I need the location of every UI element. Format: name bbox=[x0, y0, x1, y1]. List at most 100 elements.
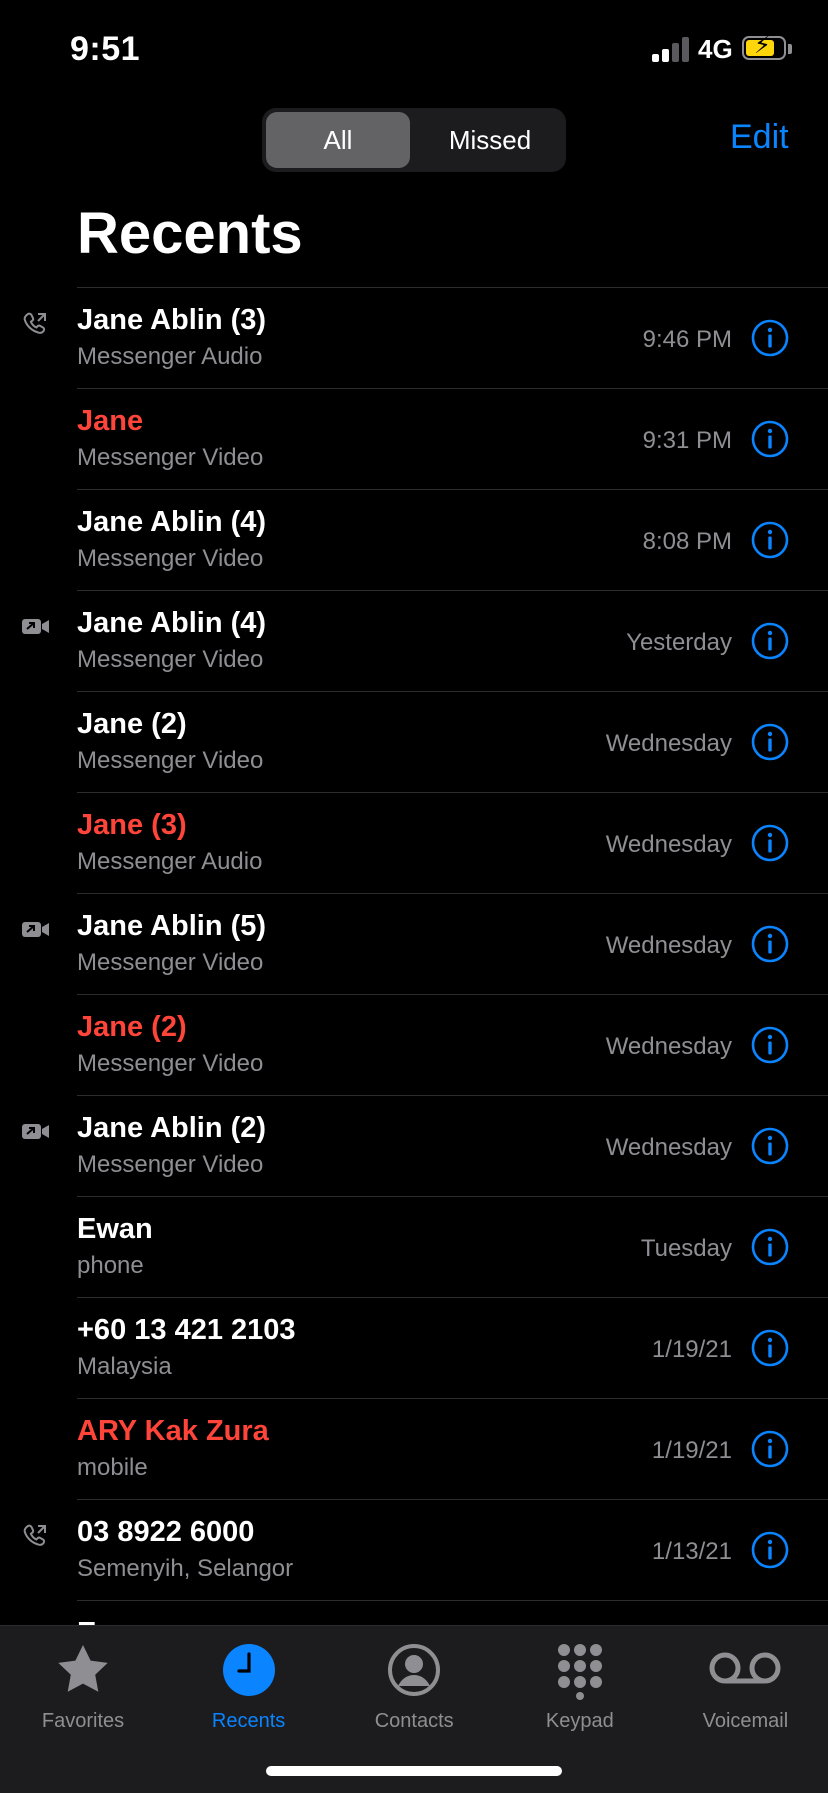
call-row[interactable]: Jane (2) Messenger Video Wednesday bbox=[77, 994, 828, 1095]
call-time: 1/19/21 bbox=[651, 1336, 732, 1363]
tab-label: Recents bbox=[211, 1710, 286, 1732]
filter-segmented-control: All Missed bbox=[262, 108, 566, 172]
call-time: 9:46 PM bbox=[642, 326, 732, 353]
edit-button[interactable]: Edit bbox=[730, 118, 789, 157]
caller-name: +60 13 421 2103 bbox=[77, 1314, 296, 1346]
info-icon[interactable] bbox=[751, 723, 789, 761]
call-type: Messenger Video bbox=[77, 949, 264, 976]
info-icon[interactable] bbox=[751, 622, 789, 660]
caller-name: ARY Kak Zura bbox=[77, 1415, 269, 1447]
segment-all[interactable]: All bbox=[266, 112, 410, 168]
tab-label: Voicemail bbox=[702, 1710, 789, 1732]
call-row[interactable]: Jane Ablin (4) Messenger Video 8:08 PM bbox=[77, 489, 828, 590]
call-row[interactable]: ARY Kak Zura mobile 1/19/21 bbox=[77, 1398, 828, 1499]
call-row[interactable]: Jane Ablin (4) Messenger Video Yesterday bbox=[22, 590, 828, 691]
call-time: Wednesday bbox=[605, 831, 732, 858]
keypad-icon bbox=[550, 1640, 610, 1700]
tab-label: Contacts bbox=[374, 1710, 454, 1732]
call-type: mobile bbox=[77, 1454, 148, 1481]
info-icon[interactable] bbox=[751, 1127, 789, 1165]
caller-name: Jane Ablin (5) bbox=[77, 910, 267, 942]
tab-contacts[interactable]: Contacts bbox=[331, 1640, 497, 1740]
status-bar: 9:51 4G ⚡ bbox=[0, 0, 828, 100]
caller-name: Jane Ablin (2) bbox=[77, 1112, 267, 1144]
call-time: Wednesday bbox=[605, 1134, 732, 1161]
caller-name: Jane Ablin (4) bbox=[77, 607, 267, 639]
call-row[interactable]: Jane (2) Messenger Video Wednesday bbox=[77, 691, 828, 792]
call-type: Malaysia bbox=[77, 1353, 172, 1380]
tab-favorites[interactable]: Favorites bbox=[0, 1640, 166, 1740]
call-time: Wednesday bbox=[605, 1033, 732, 1060]
info-icon[interactable] bbox=[751, 1329, 789, 1367]
call-type: Messenger Video bbox=[77, 1151, 264, 1178]
person-circle-icon bbox=[384, 1640, 444, 1700]
caller-name: Jane (3) bbox=[77, 809, 187, 841]
call-time: Tuesday bbox=[640, 1235, 732, 1262]
signal-strength-icon bbox=[652, 36, 690, 62]
info-icon[interactable] bbox=[751, 824, 789, 862]
call-row[interactable]: Jane Ablin (5) Messenger Video Wednesday bbox=[22, 893, 828, 994]
call-type: Messenger Audio bbox=[77, 343, 263, 370]
call-type: Messenger Video bbox=[77, 747, 264, 774]
call-type: Semenyih, Selangor bbox=[77, 1555, 294, 1582]
call-row[interactable]: Jane (3) Messenger Audio Wednesday bbox=[77, 792, 828, 893]
info-icon[interactable] bbox=[751, 1026, 789, 1064]
battery-cap bbox=[788, 44, 792, 54]
call-type: Messenger Video bbox=[77, 1050, 264, 1077]
info-icon[interactable] bbox=[751, 1228, 789, 1266]
info-icon[interactable] bbox=[751, 1531, 789, 1569]
call-row[interactable]: Jane Ablin (2) Messenger Video Wednesday bbox=[22, 1095, 828, 1196]
tab-keypad[interactable]: Keypad bbox=[497, 1640, 663, 1740]
caller-name: Jane Ablin (4) bbox=[77, 506, 267, 538]
clock-icon bbox=[219, 1640, 279, 1700]
status-time: 9:51 bbox=[70, 30, 141, 68]
tab-voicemail[interactable]: Voicemail bbox=[662, 1640, 828, 1740]
battery-charging-icon: ⚡ bbox=[742, 34, 786, 60]
call-time: Wednesday bbox=[605, 730, 732, 757]
caller-name: Jane (2) bbox=[77, 1011, 187, 1043]
star-icon bbox=[53, 1640, 113, 1700]
caller-name: 03 8922 6000 bbox=[77, 1516, 255, 1548]
outgoing-call-icon bbox=[21, 1522, 51, 1548]
tab-label: Keypad bbox=[545, 1710, 614, 1732]
call-row[interactable]: +60 13 421 2103 Malaysia 1/19/21 bbox=[77, 1297, 828, 1398]
voicemail-icon bbox=[705, 1640, 785, 1700]
call-row[interactable]: Jane Messenger Video 9:31 PM bbox=[77, 388, 828, 489]
page-title: Recents bbox=[77, 201, 303, 266]
info-icon[interactable] bbox=[751, 420, 789, 458]
info-icon[interactable] bbox=[751, 521, 789, 559]
segment-missed[interactable]: Missed bbox=[418, 112, 562, 168]
tab-recents[interactable]: Recents bbox=[166, 1640, 332, 1740]
call-time: 1/13/21 bbox=[651, 1538, 732, 1565]
call-time: Yesterday bbox=[626, 629, 732, 656]
call-type: Messenger Audio bbox=[77, 848, 263, 875]
outgoing-video-icon bbox=[21, 613, 51, 639]
tab-label: Favorites bbox=[41, 1710, 125, 1732]
call-row[interactable]: Jane Ablin (3) Messenger Audio 9:46 PM bbox=[23, 287, 828, 388]
call-type: Messenger Video bbox=[77, 545, 264, 572]
network-type: 4G bbox=[698, 34, 733, 64]
outgoing-video-icon bbox=[21, 916, 51, 942]
caller-name: Ewan bbox=[77, 1617, 153, 1625]
caller-name: Ewan bbox=[77, 1213, 153, 1245]
info-icon[interactable] bbox=[751, 925, 789, 963]
info-icon[interactable] bbox=[751, 319, 789, 357]
call-row[interactable]: Ewan phone Tuesday bbox=[77, 1196, 828, 1297]
call-time: Wednesday bbox=[605, 932, 732, 959]
outgoing-call-icon bbox=[21, 310, 51, 336]
call-row[interactable]: 03 8922 6000 Semenyih, Selangor 1/13/21 bbox=[23, 1499, 828, 1600]
info-icon[interactable] bbox=[751, 1430, 789, 1468]
call-type: Messenger Video bbox=[77, 444, 264, 471]
home-indicator[interactable] bbox=[266, 1766, 562, 1776]
recents-list[interactable]: Jane Ablin (3) Messenger Audio 9:46 PM Jane… bbox=[0, 287, 828, 1625]
call-time: 1/19/21 bbox=[651, 1437, 732, 1464]
caller-name: Jane bbox=[77, 405, 144, 437]
call-time: 8:08 PM bbox=[642, 528, 732, 555]
caller-name: Jane Ablin (3) bbox=[77, 304, 267, 336]
caller-name: Jane (2) bbox=[77, 708, 187, 740]
call-type: Messenger Video bbox=[77, 646, 264, 673]
call-time: 9:31 PM bbox=[642, 427, 732, 454]
call-type: phone bbox=[77, 1252, 144, 1279]
call-row[interactable]: Ewan bbox=[77, 1600, 828, 1625]
outgoing-video-icon bbox=[21, 1118, 51, 1144]
